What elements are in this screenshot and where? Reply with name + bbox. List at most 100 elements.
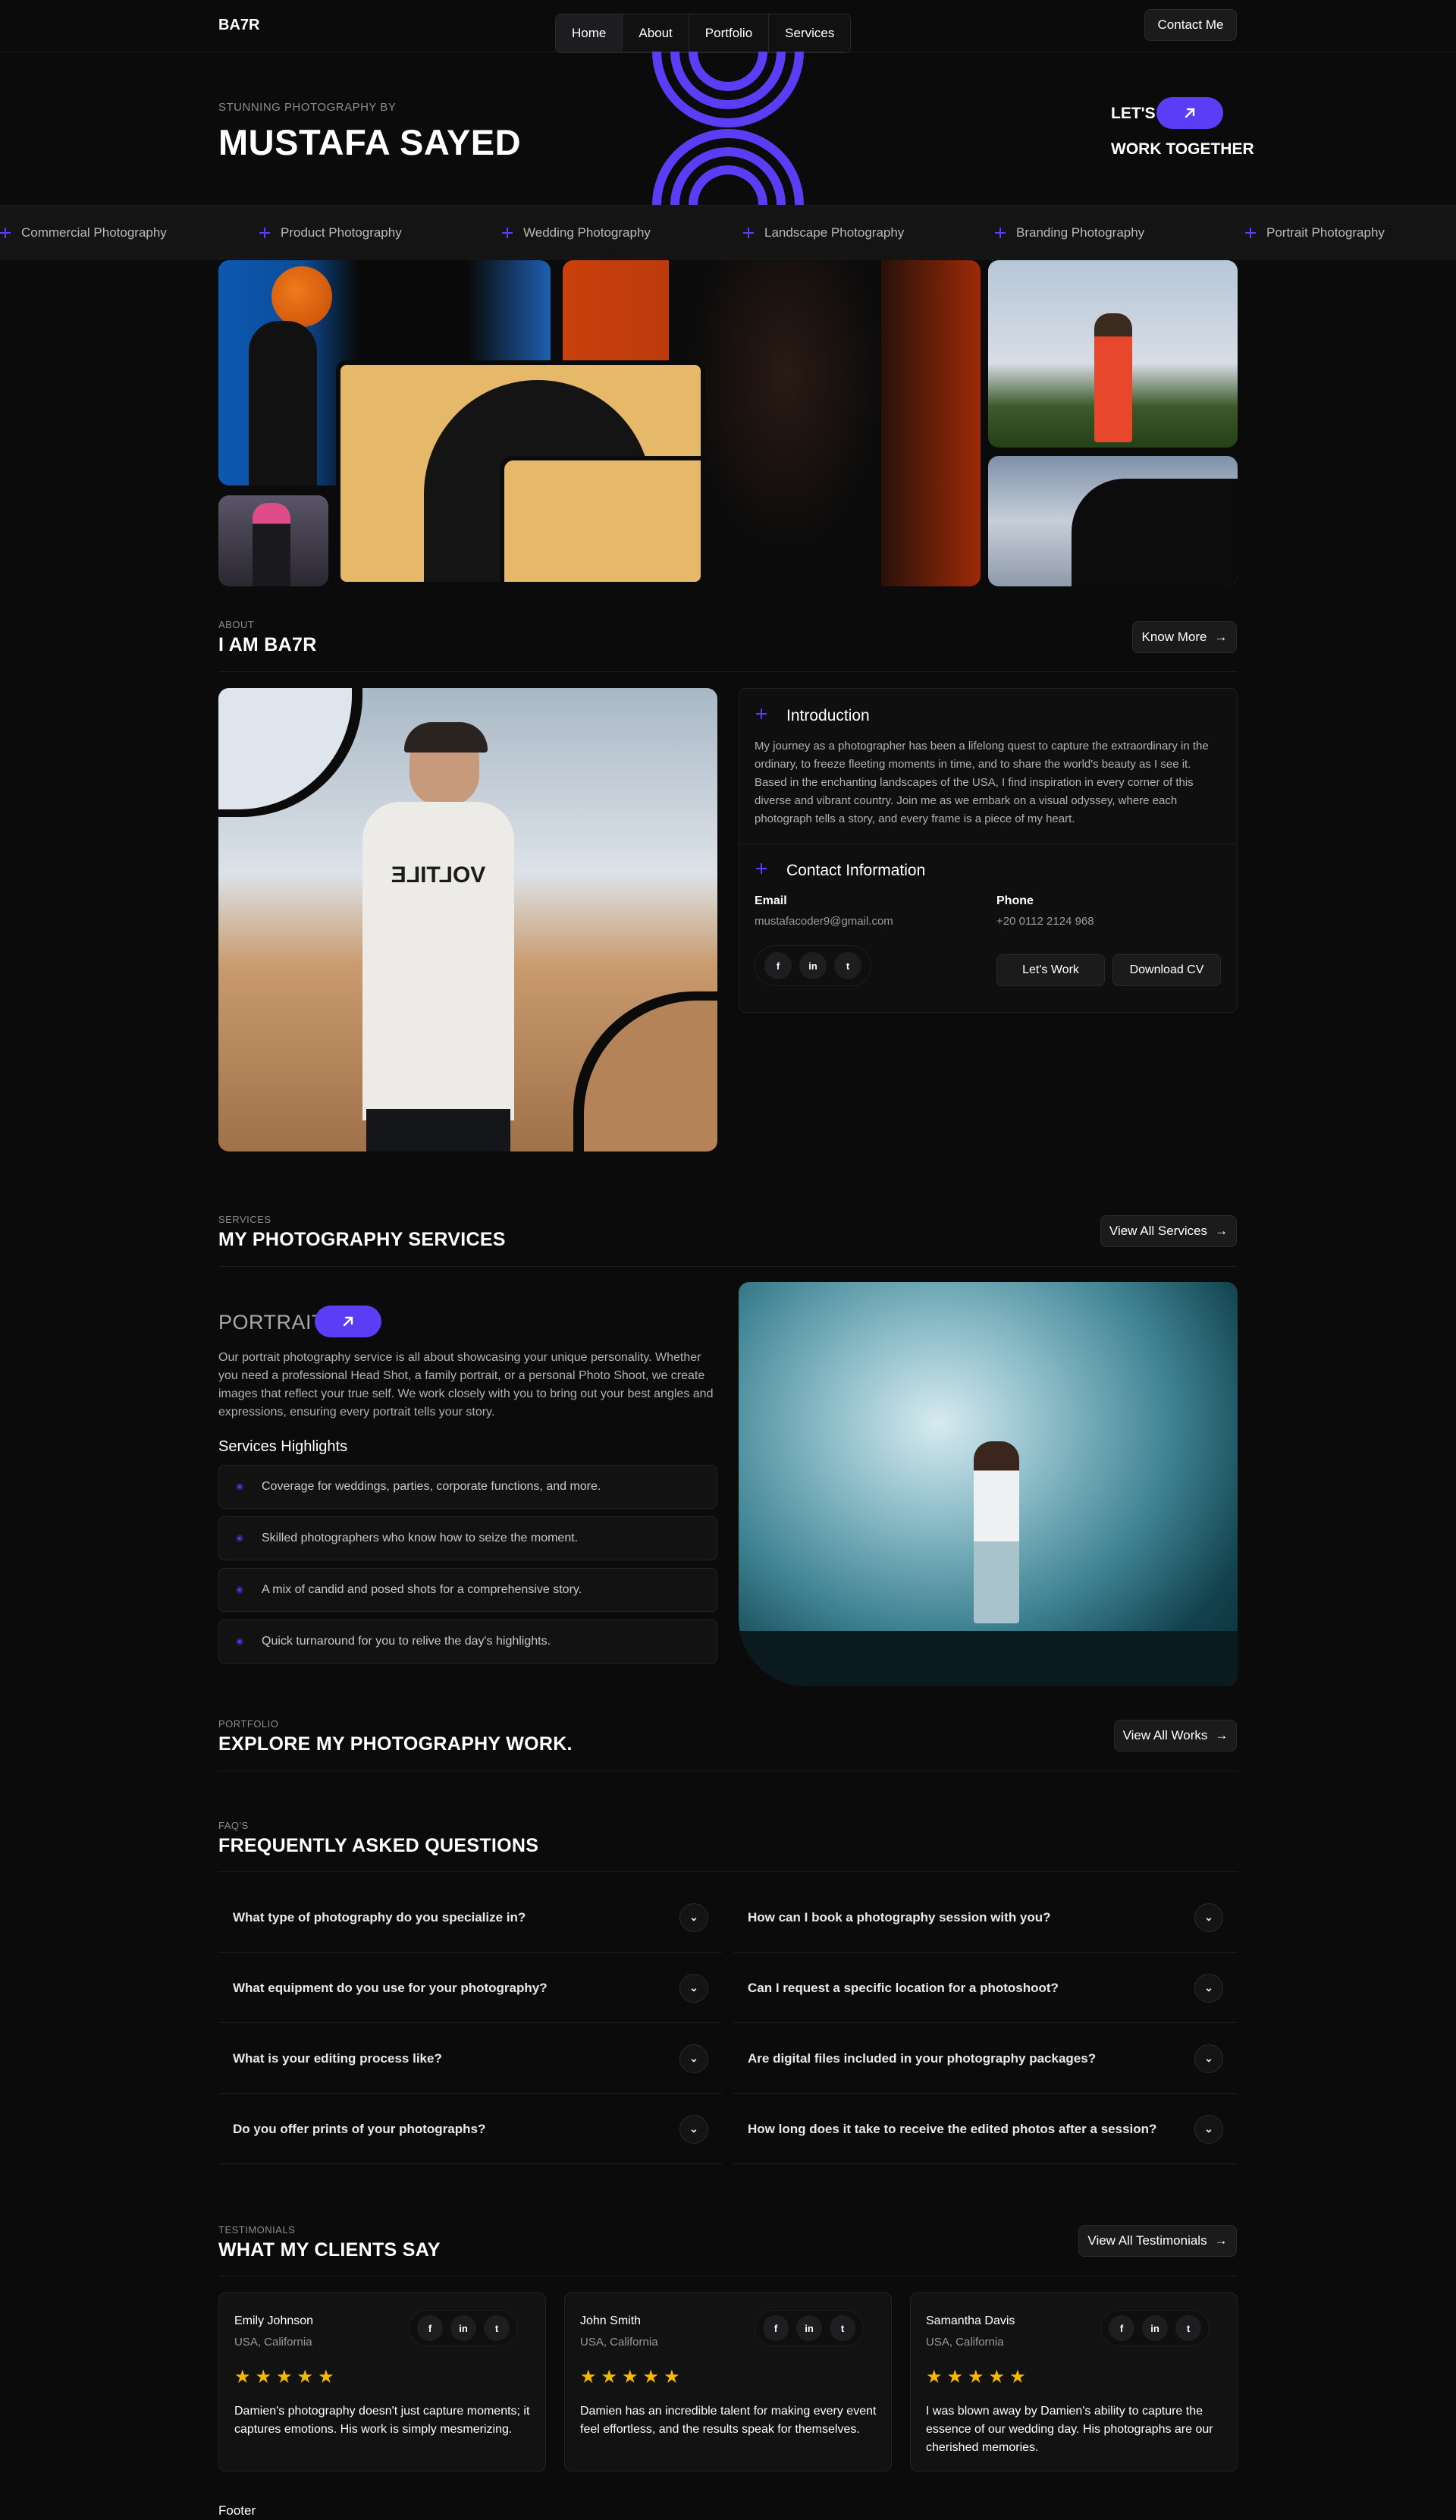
highlight-item: Coverage for weddings, parties, corporat… bbox=[218, 1465, 717, 1509]
gallery-photo-yellow-profile[interactable] bbox=[336, 360, 705, 586]
intro-section: Introduction My journey as a photographe… bbox=[739, 689, 1237, 844]
twitter-icon[interactable]: t bbox=[830, 2315, 855, 2341]
view-all-works-button[interactable]: View All Works → bbox=[1114, 1720, 1237, 1752]
highlight-item: Quick turnaround for you to relive the d… bbox=[218, 1620, 717, 1664]
shirt-graphic-text: VOLTILE bbox=[362, 802, 514, 1120]
portrait-service-text: Our portrait photography service is all … bbox=[218, 1351, 714, 1419]
lets-work-button[interactable]: Let's Work bbox=[996, 954, 1105, 986]
chevron-down-icon[interactable]: ⌄ bbox=[1194, 1973, 1223, 2003]
brand-logo[interactable]: BA7R bbox=[218, 17, 259, 34]
client-name: Samantha Davis bbox=[926, 2314, 1015, 2327]
chevron-down-icon[interactable]: ⌄ bbox=[1194, 2114, 1223, 2144]
sparkle-icon bbox=[0, 228, 11, 238]
faq-item[interactable]: Are digital files included in your photo… bbox=[733, 2024, 1237, 2094]
contact-info-title: Contact Information bbox=[786, 862, 926, 879]
star-rating: ★★★★★ bbox=[926, 2367, 1031, 2387]
linkedin-icon[interactable]: in bbox=[799, 952, 827, 979]
chevron-down-icon[interactable]: ⌄ bbox=[679, 1973, 708, 2003]
bullet-icon bbox=[236, 1483, 243, 1491]
about-social-links: f in t bbox=[755, 945, 871, 986]
email-value[interactable]: mustafacoder9@gmail.com bbox=[755, 915, 893, 928]
linkedin-icon[interactable]: in bbox=[796, 2315, 822, 2341]
bullet-icon bbox=[236, 1535, 243, 1542]
services-divider bbox=[218, 1266, 1238, 1267]
testimonial-text: Damien has an incredible talent for maki… bbox=[580, 2405, 877, 2436]
main-nav: Home About Portfolio Services bbox=[555, 14, 852, 53]
faq-item[interactable]: How long does it take to receive the edi… bbox=[733, 2094, 1237, 2164]
star-rating: ★★★★★ bbox=[580, 2367, 685, 2387]
facebook-icon[interactable]: f bbox=[763, 2315, 789, 2341]
hero-concentric-arcs-graphic bbox=[652, 52, 804, 205]
sparkle-icon bbox=[756, 863, 767, 874]
nav-portfolio[interactable]: Portfolio bbox=[689, 14, 770, 52]
download-cv-button[interactable]: Download CV bbox=[1112, 954, 1221, 986]
chevron-down-icon[interactable]: ⌄ bbox=[679, 2114, 708, 2144]
hero-work-together-text: WORK TOGETHER bbox=[1111, 140, 1254, 158]
linkedin-icon[interactable]: in bbox=[1142, 2315, 1168, 2341]
twitter-icon[interactable]: t bbox=[834, 952, 861, 979]
about-info-card: Introduction My journey as a photographe… bbox=[739, 688, 1238, 1013]
bullet-icon bbox=[236, 1638, 243, 1645]
facebook-icon[interactable]: f bbox=[417, 2315, 443, 2341]
faq-label: FAQ'S bbox=[218, 1820, 249, 1831]
portfolio-title: EXPLORE MY PHOTOGRAPHY WORK. bbox=[218, 1733, 573, 1755]
view-all-services-button[interactable]: View All Services → bbox=[1100, 1215, 1237, 1247]
intro-title: Introduction bbox=[786, 707, 870, 724]
services-marquee: Commercial Photography Product Photograp… bbox=[0, 205, 1456, 259]
client-name: Emily Johnson bbox=[234, 2314, 314, 2327]
highlights-title: Services Highlights bbox=[218, 1438, 348, 1455]
hero-arrow-button[interactable] bbox=[1156, 97, 1223, 129]
know-more-button[interactable]: Know More → bbox=[1132, 621, 1237, 653]
chevron-down-icon[interactable]: ⌄ bbox=[1194, 1903, 1223, 1932]
sparkle-icon bbox=[502, 228, 513, 238]
portfolio-label: PORTFOLIO bbox=[218, 1718, 279, 1730]
view-all-testimonials-button[interactable]: View All Testimonials → bbox=[1078, 2225, 1237, 2257]
marquee-item: Product Photography bbox=[259, 206, 402, 260]
facebook-icon[interactable]: f bbox=[1109, 2315, 1134, 2341]
client-social-links: f in t bbox=[755, 2310, 864, 2346]
faq-item[interactable]: What equipment do you use for your photo… bbox=[218, 1953, 722, 2023]
arrow-up-right-icon bbox=[1185, 108, 1195, 118]
faq-item[interactable]: What type of photography do you speciali… bbox=[218, 1883, 722, 1953]
sparkle-icon bbox=[756, 709, 773, 725]
about-title: I AM BA7R bbox=[218, 634, 317, 655]
faq-item[interactable]: Can I request a specific location for a … bbox=[733, 1953, 1237, 2023]
email-label: Email bbox=[755, 894, 787, 907]
hero-kicker: STUNNING PHOTOGRAPHY BY bbox=[218, 101, 397, 114]
marquee-item: Wedding Photography bbox=[502, 206, 651, 260]
marquee-item: Landscape Photography bbox=[743, 206, 904, 260]
arrow-right-icon: → bbox=[1215, 1728, 1228, 1742]
sparkle-icon bbox=[1245, 228, 1256, 238]
gallery-photo-sky-silhouette[interactable] bbox=[988, 456, 1238, 586]
nav-about[interactable]: About bbox=[623, 14, 689, 52]
nav-home[interactable]: Home bbox=[556, 14, 623, 52]
client-social-links: f in t bbox=[409, 2310, 518, 2346]
contact-me-button[interactable]: Contact Me bbox=[1144, 9, 1237, 41]
chevron-down-icon[interactable]: ⌄ bbox=[679, 2044, 708, 2073]
chevron-down-icon[interactable]: ⌄ bbox=[679, 1903, 708, 1932]
gallery-photo-pink-hair[interactable] bbox=[218, 495, 328, 586]
sparkle-icon bbox=[995, 228, 1006, 238]
view-all-services-label: View All Services bbox=[1109, 1224, 1208, 1238]
gallery-photo-field-dress[interactable] bbox=[988, 260, 1238, 448]
testimonials-title: WHAT MY CLIENTS SAY bbox=[218, 2239, 441, 2261]
linkedin-icon[interactable]: in bbox=[450, 2315, 476, 2341]
faq-item[interactable]: How can I book a photography session wit… bbox=[733, 1883, 1237, 1953]
twitter-icon[interactable]: t bbox=[1175, 2315, 1201, 2341]
faq-item[interactable]: Do you offer prints of your photographs?… bbox=[218, 2094, 722, 2164]
highlight-item: Skilled photographers who know how to se… bbox=[218, 1516, 717, 1560]
portrait-arrow-button[interactable] bbox=[315, 1306, 381, 1337]
faq-item[interactable]: What is your editing process like? ⌄ bbox=[218, 2024, 722, 2094]
service-concert-photo bbox=[739, 1282, 1238, 1686]
facebook-icon[interactable]: f bbox=[764, 952, 792, 979]
twitter-icon[interactable]: t bbox=[484, 2315, 510, 2341]
intro-text: My journey as a photographer has been a … bbox=[755, 740, 1209, 825]
phone-value[interactable]: +20 0112 2124 968 bbox=[996, 915, 1094, 928]
about-label: ABOUT bbox=[218, 619, 255, 630]
nav-services[interactable]: Services bbox=[769, 14, 850, 52]
hero-lets-text: LET'S bbox=[1111, 105, 1156, 122]
phone-label: Phone bbox=[996, 894, 1034, 907]
chevron-down-icon[interactable]: ⌄ bbox=[1194, 2044, 1223, 2073]
testimonial-text: I was blown away by Damien's ability to … bbox=[926, 2405, 1213, 2454]
client-location: USA, California bbox=[580, 2336, 658, 2349]
